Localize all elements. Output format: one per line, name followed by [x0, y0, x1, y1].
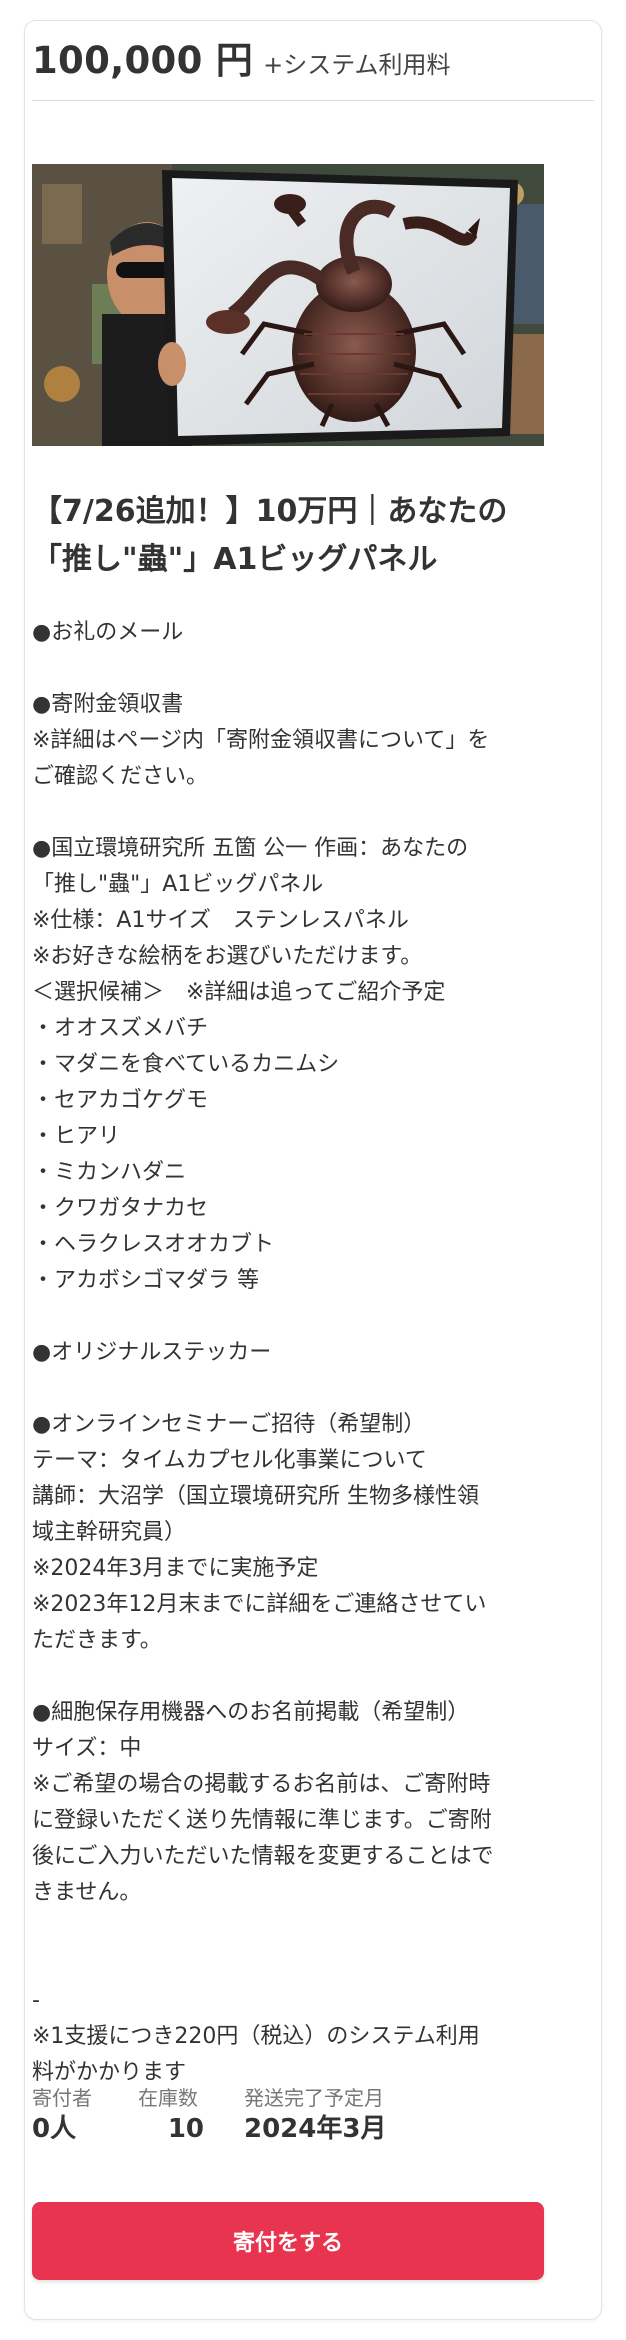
description-line: ・マダニを食べているカニムシ: [32, 1052, 340, 1077]
product-title-line: 【7/26追加！】10万円｜あなたの: [32, 494, 508, 529]
stat-shipping-value: 2024年3月: [244, 2114, 387, 2144]
price-amount: 100,000 円: [32, 39, 254, 82]
description-line: ※1支援につき220円（税込）のシステム利用: [32, 2024, 480, 2049]
description-line: テーマ：タイムカプセル化事業について: [32, 1448, 427, 1473]
description-line: ・クワガタナカセ: [32, 1196, 209, 1221]
description-line: ※仕様：A1サイズ ステンレスパネル: [32, 908, 409, 933]
description-line: ●オンラインセミナーご招待（希望制）: [32, 1412, 426, 1437]
description-blank-line: [32, 1371, 544, 1407]
description-line: ※2023年12月末までに詳細をご連絡させてい: [32, 1592, 487, 1617]
description-blank-line: [32, 1659, 544, 1695]
description-line: ●寄附金領収書: [32, 692, 184, 717]
description-line: ※ご希望の場合の掲載するお名前は、ご寄附時: [32, 1772, 491, 1797]
description-line: ＜選択候補＞ ※詳細は追ってご紹介予定: [32, 980, 446, 1005]
system-fee-note: +システム利用料: [263, 51, 451, 79]
description-line: きません。: [32, 1880, 142, 1905]
stat-shipping-label: 発送完了予定月: [244, 2086, 384, 2110]
description-line: 講師：大沼学（国立環境研究所 生物多様性領: [32, 1484, 479, 1509]
description-line: ・オオスズメバチ: [32, 1016, 209, 1041]
description-line: サイズ：中: [32, 1736, 142, 1761]
donate-button[interactable]: 寄付をする: [32, 2202, 544, 2280]
stat-shipping: 発送完了予定月 2024年3月: [244, 2085, 386, 2147]
description-line: ●お礼のメール: [32, 620, 184, 645]
stat-donors-value: 0人: [32, 2114, 77, 2144]
description-line: ●国立環境研究所 五箇 公一 作画：あなたの: [32, 836, 469, 861]
description-blank-line: [32, 1299, 544, 1335]
description-line: ※詳細はページ内「寄附金領収書について」を: [32, 728, 490, 753]
description-line: ・アカボシゴマダラ 等: [32, 1268, 259, 1293]
stat-donors-label: 寄付者: [32, 2086, 92, 2110]
product-title-line: 「推し"蟲"」A1ビッグパネル: [32, 542, 438, 577]
description-line: ・セアカゴケグモ: [32, 1088, 209, 1113]
description-line: ※2024年3月までに実施予定: [32, 1556, 319, 1581]
description-blank-line: [32, 795, 544, 831]
description-line: ご確認ください。: [32, 764, 209, 789]
product-title: 【7/26追加！】10万円｜あなたの 「推し"蟲"」A1ビッグパネル: [32, 488, 544, 584]
product-photo[interactable]: [32, 164, 544, 446]
stat-donors: 寄付者 0人: [32, 2085, 92, 2147]
description-line: 「推し"蟲"」A1ビッグパネル: [32, 872, 324, 897]
description-line: -: [32, 1988, 40, 2013]
stat-stock: 在庫数 10: [138, 2085, 204, 2147]
divider: [32, 100, 594, 101]
description-line: ※お好きな絵柄をお選びいただけます。: [32, 944, 423, 969]
description-blank-line: [32, 1911, 544, 1947]
product-description: ●お礼のメール ●寄附金領収書 ※詳細はページ内「寄附金領収書について」を ご確認くだ…: [32, 615, 544, 2091]
description-line: ただきます。: [32, 1628, 162, 1653]
product-photo-illustration: [32, 164, 544, 446]
stats-row: 寄付者 0人 在庫数 10 発送完了予定月 2024年3月: [32, 2085, 544, 2145]
description-line: 後にご入力いただいた情報を変更することはで: [32, 1844, 494, 1869]
description-line: ・ヒアリ: [32, 1124, 121, 1149]
description-blank-line: [32, 1947, 544, 1983]
description-blank-line: [32, 651, 544, 687]
description-line: ・ヘラクレスオオカブト: [32, 1232, 275, 1257]
description-line: ・ミカンハダニ: [32, 1160, 187, 1185]
description-line: 域主幹研究員）: [32, 1520, 187, 1545]
price-row: 100,000 円 +システム利用料: [32, 30, 594, 100]
description-line: ●細胞保存用機器へのお名前掲載（希望制）: [32, 1700, 470, 1725]
stat-stock-label: 在庫数: [138, 2086, 198, 2110]
stat-stock-value: 10: [167, 2114, 204, 2144]
description-line: ●オリジナルステッカー: [32, 1340, 272, 1365]
description-line: に登録いただく送り先情報に準じます。ご寄附: [32, 1808, 492, 1833]
